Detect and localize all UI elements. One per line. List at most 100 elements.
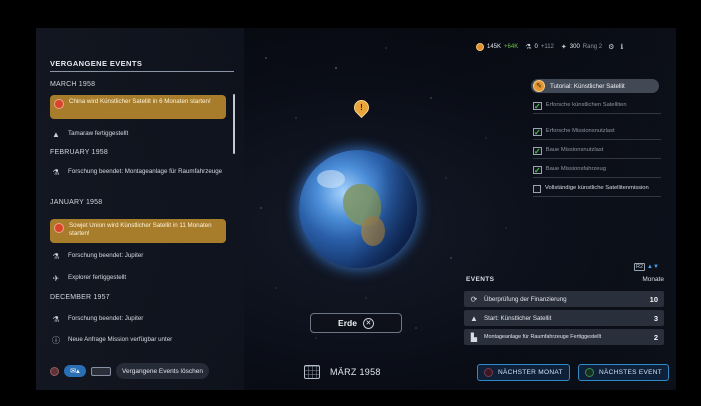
factory-icon: ▙ [470,332,478,342]
calendar-icon [304,365,320,379]
tutorial-task: ✓ Baue Missionsnutzlast [533,147,661,159]
flask-icon: ⚗ [52,252,60,261]
event-item-explorer[interactable]: ✈ Explorer fertiggestellt [50,274,226,284]
event-row-label: Start: Künstlicher Satellit [484,314,552,322]
sort-arrows-icon: ▲▼ [647,264,659,270]
event-label: Neue Anfrage Mission verfügbar unter [68,336,173,343]
network-icon[interactable]: ⚙ [608,43,614,51]
screen: VERGANGENE EVENTS MARCH 1958 China wird … [0,0,701,406]
event-item-research-jupiter[interactable]: ⚗ Forschung beendet: Jupiter [50,252,226,262]
science-value: 0 [534,44,538,50]
clear-events-label: Vergangene Events löschen [122,367,203,375]
money-icon [476,43,484,51]
event-label: Forschung beendet: Montageanlage für Rau… [68,168,223,175]
controller-button-icon [585,368,594,377]
events-unit: Monate [642,276,664,283]
event-label: Forschung beendet: Jupiter [68,252,144,259]
reputation-icon: ✦ [560,44,567,51]
rocket-icon: ▲ [470,313,478,323]
reputation-value: 300 [569,44,580,50]
event-label: China wird Künstlicher Satellit in 6 Mon… [69,98,211,105]
globe-shadow [299,150,417,268]
title-divider [50,71,234,72]
earth-select-button[interactable]: Erde ✕ [310,313,402,333]
event-row-months: 10 [649,294,658,304]
next-month-button[interactable]: NÄCHSTER MONAT [477,364,570,381]
event-label: Sowjet Union wird Künstlicher Satellit i… [69,222,212,237]
task-label: Baue Missionsfahrzeug [545,166,606,172]
event-row-months: 3 [653,313,658,323]
event-item-research-jupiter-2[interactable]: ⚗ Forschung beendet: Jupiter [50,315,226,325]
next-event-label: NÄCHSTES EVENT [599,369,663,376]
events-title: EVENTS [466,276,495,283]
event-label: Forschung beendet: Jupiter [68,315,144,322]
science-icon: ⚗ [525,44,532,51]
cross-button-icon: ✕ [362,317,374,329]
resource-bar: 145K +64K ⚗ 0 +112 ✦ 300 Rang 2 ⚙ ℹ [476,43,623,51]
next-event-button[interactable]: NÄCHSTES EVENT [578,364,670,381]
month-header-february: FEBRUARY 1958 [50,149,108,156]
tutorial-title: Tutorial: Künstlicher Satellit [550,82,625,90]
r2-key-label: R2 [634,263,646,271]
rocket-icon: ▲ [52,130,60,139]
event-label: Explorer fertiggestellt [68,274,127,281]
event-item-research-assembly[interactable]: ⚗ Forschung beendet: Montageanlage für R… [50,168,226,178]
event-alert-china[interactable]: China wird Künstlicher Satellit in 6 Mon… [50,95,226,119]
events-scrollbar[interactable] [233,94,235,154]
month-header-march: MARCH 1958 [50,81,96,88]
clear-events-button[interactable]: Vergangene Events löschen [116,363,209,379]
rank-label: Rang 2 [582,44,603,50]
flask-icon: ⚗ [52,315,60,324]
controller-button-icon [484,368,493,377]
touchpad-icon [91,366,111,376]
money-value: 145K [487,44,502,50]
sort-toggle[interactable]: R2 ▲▼ [634,263,659,271]
current-date: MÄRZ 1958 [304,365,381,379]
mail-icon: ✉▴ [70,368,80,375]
mail-toggle-button[interactable]: ✉▴ [64,365,86,377]
event-item-new-request[interactable]: ⓘ Neue Anfrage Mission verfügbar unter [50,336,226,346]
alert-icon [54,99,64,109]
events-footer: ✉▴ Vergangene Events löschen [50,362,240,380]
event-item-tamaraw[interactable]: ▲ Tamaraw fertiggestellt [50,130,226,140]
info-icon[interactable]: ℹ [620,43,623,51]
next-month-label: NÄCHSTER MONAT [498,369,563,376]
event-alert-soviet[interactable]: Sowjet Union wird Künstlicher Satellit i… [50,219,226,243]
funding-icon: ⟳ [470,294,478,304]
tutorial-header-button[interactable]: ✎ Tutorial: Künstlicher Satellit [531,79,659,93]
checkbox-checked-icon: ✓ [533,166,542,175]
event-row-funding[interactable]: ⟳ Überprüfung der Finanzierung 10 [464,291,664,307]
task-label: Erforsche künstlichen Satelliten [545,102,627,108]
tutorial-icon: ✎ [533,80,545,92]
earth-label: Erde [338,318,357,328]
tutorial-task: Vollständige künstliche Satellitenmissio… [533,185,661,197]
event-row-assembly[interactable]: ▙ Montageanlage für Raumfahrzeuge Fertig… [464,329,664,345]
tutorial-task: ✓ Erforsche künstlichen Satelliten [533,102,661,114]
past-events-title: VERGANGENE EVENTS [50,59,143,68]
events-header: EVENTS Monate [466,276,664,283]
month-header-december: DECEMBER 1957 [50,294,110,301]
science-delta: +112 [540,44,554,50]
checkbox-checked-icon: ✓ [533,102,542,111]
task-label: Vollständige künstliche Satellitenmissio… [545,185,649,191]
game-viewport: VERGANGENE EVENTS MARCH 1958 China wird … [36,28,676,390]
earth-globe[interactable] [299,150,417,268]
event-row-months: 2 [653,332,658,342]
checkbox-checked-icon: ✓ [533,147,542,156]
record-icon[interactable] [50,366,59,376]
event-label: Tamaraw fertiggestellt [68,130,129,137]
money-delta: +64K [504,44,519,50]
date-label: MÄRZ 1958 [330,367,381,377]
event-row-launch[interactable]: ▲ Start: Künstlicher Satellit 3 [464,310,664,326]
checkbox-empty-icon [533,185,541,193]
info-icon: ⓘ [52,336,60,345]
satellite-icon: ✈ [52,274,60,283]
tutorial-task: ✓ Erforsche Missionsnutzlast [533,128,661,140]
alert-mark-icon: ! [360,103,363,112]
alert-icon [54,223,64,233]
task-label: Erforsche Missionsnutzlast [545,128,615,134]
month-header-january: JANUARY 1958 [50,199,103,206]
tutorial-task: ✓ Baue Missionsfahrzeug [533,166,661,178]
task-label: Baue Missionsnutzlast [545,147,604,153]
event-row-label: Montageanlage für Raumfahrzeuge Fertigge… [484,334,602,340]
